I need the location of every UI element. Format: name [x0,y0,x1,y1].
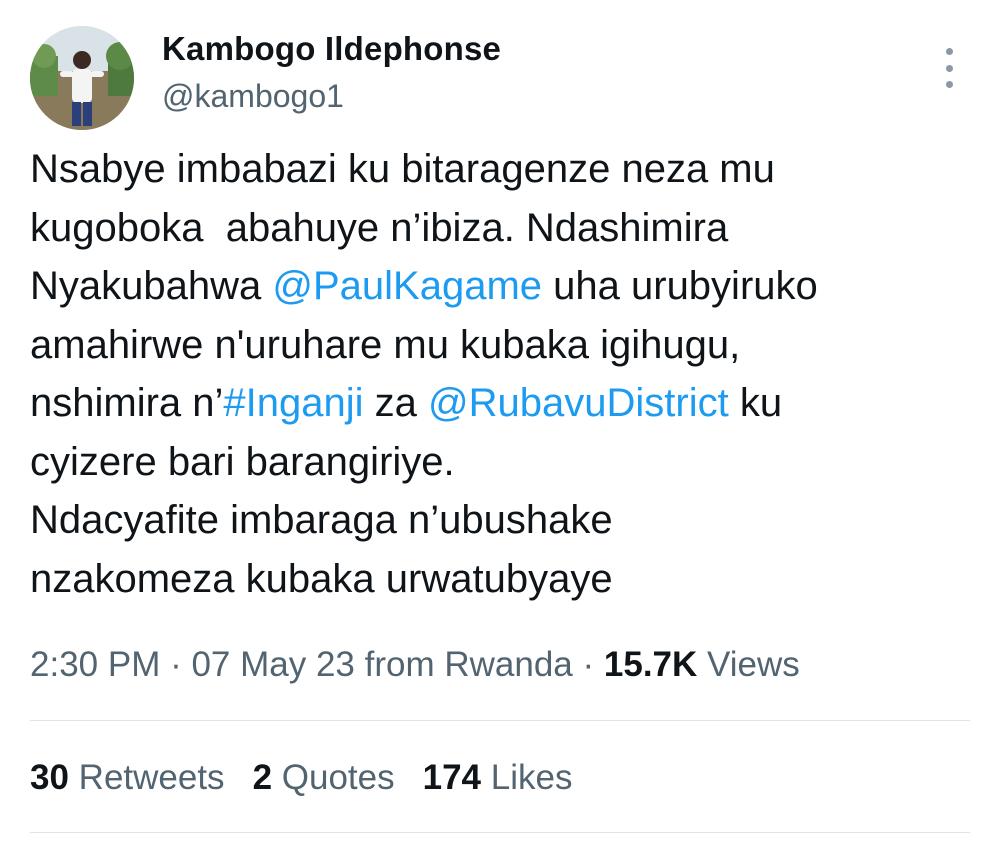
engagement-stats: 30 Retweets 2 Quotes 174 Likes [30,758,572,798]
hashtag-link[interactable]: #Inganji [223,381,363,425]
mention-link[interactable]: @RubavuDistrict [428,381,729,425]
dot [945,48,953,55]
views-label: Views [697,645,800,684]
divider [30,832,970,833]
likes-label: Likes [481,758,573,797]
author-handle[interactable]: @kambogo1 [162,78,344,115]
author-name[interactable]: Kambogo Ildephonse [162,30,501,68]
quotes-count: 2 [252,758,273,797]
likes-stat[interactable]: 174 Likes [423,758,573,797]
separator: · [160,645,192,684]
tweet-time[interactable]: 2:30 PM [30,645,160,684]
tweet-date[interactable]: 07 May 23 [191,645,354,684]
retweets-label: Retweets [68,758,225,797]
separator: · [572,645,604,684]
tweet-text-part: za [363,381,429,425]
avatar-photo [30,26,134,130]
tweet-location: from Rwanda [354,645,573,684]
mention-link[interactable]: @PaulKagame [272,264,542,308]
retweets-stat[interactable]: 30 Retweets [30,758,225,797]
more-vertical-icon[interactable] [940,48,958,88]
likes-count: 174 [422,758,482,797]
retweets-count: 30 [30,758,69,797]
dot [945,81,953,88]
dot [945,64,953,72]
quotes-stat[interactable]: 2 Quotes [253,758,395,797]
tweet-text: Nsabye imbabazi ku bitaragenze neza mu k… [30,140,980,608]
divider [30,720,970,721]
avatar[interactable] [30,26,134,130]
quotes-label: Quotes [272,758,395,797]
tweet-meta: 2:30 PM · 07 May 23 from Rwanda · 15.7K … [30,645,800,685]
views-count: 15.7K [603,645,698,684]
